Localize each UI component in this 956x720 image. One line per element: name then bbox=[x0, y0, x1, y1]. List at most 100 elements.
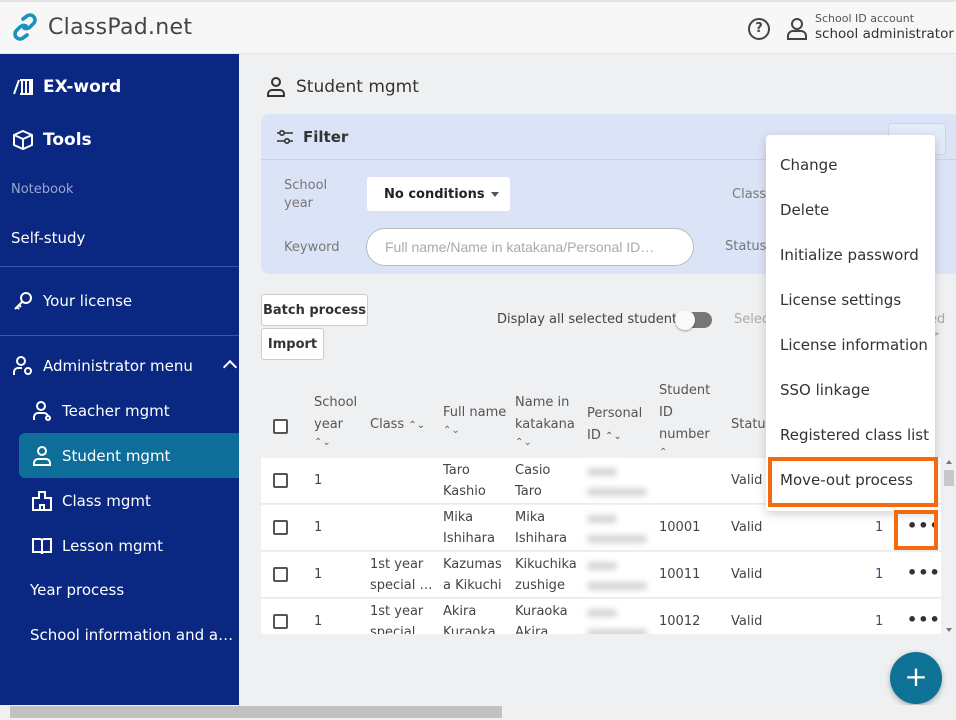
scrollbar-thumb[interactable] bbox=[944, 470, 954, 486]
row-actions-button[interactable]: ••• bbox=[907, 518, 941, 534]
sidebar-item-label: Teacher mgmt bbox=[62, 402, 170, 420]
sidebar-item-class-mgmt[interactable]: Class mgmt bbox=[31, 490, 270, 512]
menu-item-change[interactable]: Change bbox=[766, 142, 935, 187]
menu-item-delete[interactable]: Delete bbox=[766, 187, 935, 232]
scrollbar-thumb[interactable] bbox=[10, 706, 502, 718]
table-row[interactable]: 1 1st year special … Kazumasa Kikuchi Ki… bbox=[261, 552, 941, 598]
scroll-up-icon[interactable] bbox=[946, 460, 952, 464]
menu-item-initialize-password[interactable]: Initialize password bbox=[766, 232, 935, 277]
row-checkbox[interactable] bbox=[273, 614, 288, 629]
account-name: school administrator bbox=[815, 26, 954, 42]
cell-school-year: 1 bbox=[314, 614, 323, 629]
sidebar-item-year-process[interactable]: Year process bbox=[30, 581, 269, 599]
sidebar-item-self-study[interactable]: Self-study bbox=[11, 229, 250, 247]
column-header-katakana[interactable]: Name in katakana ⌃⌄ bbox=[515, 392, 575, 450]
school-year-label: School year bbox=[284, 178, 328, 211]
menu-item-license-information[interactable]: License information bbox=[766, 322, 935, 367]
sidebar-item-school-information[interactable]: School information and a… bbox=[30, 626, 269, 644]
column-header-student-id[interactable]: Student ID number ⌃ bbox=[659, 380, 715, 460]
app: ClassPad.net ? School ID account school … bbox=[0, 0, 956, 720]
cell-full-name: Mika Ishihara bbox=[443, 510, 495, 546]
menu-item-sso-linkage[interactable]: SSO linkage bbox=[766, 367, 935, 412]
select-all-checkbox[interactable] bbox=[273, 419, 288, 434]
page-title-text: Student mgmt bbox=[296, 77, 419, 97]
table-row[interactable]: 1 Mika Ishihara Mika Ishihara 10001 Vali… bbox=[261, 505, 941, 551]
sidebar-item-administrator-menu[interactable]: Administrator menu bbox=[12, 355, 251, 377]
logo[interactable]: ClassPad.net bbox=[10, 12, 192, 42]
cell-class: 1st year special bbox=[370, 604, 424, 634]
school-year-select[interactable]: No conditions bbox=[367, 177, 510, 211]
sidebar-item-label: School information and a… bbox=[30, 626, 234, 644]
sidebar-item-lesson-mgmt[interactable]: Lesson mgmt bbox=[31, 535, 270, 557]
book-icon bbox=[32, 538, 52, 555]
display-all-selected-label: Display all selected students bbox=[497, 312, 684, 327]
menu-item-registered-class-list[interactable]: Registered class list bbox=[766, 412, 935, 457]
column-header-class[interactable]: Class ⌃⌄ bbox=[370, 414, 425, 437]
batch-process-button[interactable]: Batch process bbox=[261, 294, 368, 326]
sidebar-item-label: Student mgmt bbox=[62, 447, 171, 465]
sidebar-item-your-license[interactable]: Your license bbox=[12, 290, 251, 312]
sidebar-item-teacher-mgmt[interactable]: Teacher mgmt bbox=[31, 400, 270, 422]
account-info[interactable]: School ID account school administrator bbox=[815, 12, 954, 42]
user-icon bbox=[267, 77, 285, 97]
box-icon bbox=[13, 129, 33, 151]
cell-school-year: 1 bbox=[314, 473, 323, 488]
sort-icon: ⌃⌄ bbox=[314, 437, 331, 448]
app-name: ClassPad.net bbox=[48, 14, 193, 40]
column-label: Name in katakana bbox=[515, 395, 575, 432]
header: ClassPad.net ? School ID account school … bbox=[0, 0, 956, 54]
school-year-value: No conditions bbox=[384, 186, 485, 202]
scroll-down-icon[interactable] bbox=[946, 628, 952, 632]
display-all-selected-toggle[interactable] bbox=[675, 310, 712, 330]
sidebar-item-ex-word[interactable]: EX-word bbox=[12, 76, 251, 98]
account-icon[interactable] bbox=[786, 17, 808, 41]
sidebar-item-student-mgmt[interactable]: Student mgmt bbox=[31, 445, 270, 467]
keyword-input[interactable] bbox=[366, 228, 694, 266]
cell-count: 1 bbox=[875, 520, 884, 535]
class-icon bbox=[32, 491, 52, 511]
sort-icon: ⌃⌄ bbox=[605, 431, 622, 442]
chevron-up-icon[interactable] bbox=[222, 359, 238, 375]
cell-status: Valid bbox=[731, 614, 763, 629]
sidebar-item-notebook[interactable]: Notebook bbox=[11, 182, 250, 197]
add-student-button[interactable]: + bbox=[890, 652, 942, 704]
page-title: Student mgmt bbox=[265, 76, 419, 98]
row-checkbox[interactable] bbox=[273, 520, 288, 535]
row-actions-button[interactable]: ••• bbox=[907, 612, 941, 628]
toggle-knob bbox=[675, 310, 695, 330]
row-checkbox[interactable] bbox=[273, 473, 288, 488]
cell-student-id: 10001 bbox=[659, 520, 701, 535]
sidebar-item-tools[interactable]: Tools bbox=[12, 129, 251, 151]
column-header-school-year[interactable]: School year ⌃⌄ bbox=[314, 392, 364, 450]
cell-katakana: Kikuchikazushige bbox=[515, 557, 577, 593]
page-horizontal-scrollbar[interactable] bbox=[0, 705, 956, 720]
menu-item-move-out-process[interactable]: Move-out process bbox=[766, 457, 935, 502]
sidebar-item-label: Tools bbox=[43, 130, 92, 150]
cell-student-id: 10011 bbox=[659, 567, 701, 582]
cell-katakana: Casio Taro bbox=[515, 463, 551, 499]
menu-item-license-settings[interactable]: License settings bbox=[766, 277, 935, 322]
row-actions-button[interactable]: ••• bbox=[907, 565, 941, 581]
help-icon[interactable]: ? bbox=[748, 18, 770, 40]
cell-personal-id-blurred bbox=[587, 556, 657, 594]
sidebar-item-label: Class mgmt bbox=[62, 492, 151, 510]
cell-school-year: 1 bbox=[314, 520, 323, 535]
sliders-icon bbox=[277, 129, 293, 144]
sidebar-item-label: Self-study bbox=[11, 229, 86, 247]
class-label: Class bbox=[732, 187, 767, 202]
cell-student-id: 10012 bbox=[659, 614, 701, 629]
cell-count: 1 bbox=[875, 567, 884, 582]
column-header-personal-id[interactable]: Personal ID ⌃⌄ bbox=[587, 403, 647, 448]
import-button[interactable]: Import bbox=[261, 328, 324, 360]
chain-link-icon bbox=[13, 13, 37, 41]
sidebar-divider bbox=[0, 335, 239, 336]
sidebar-item-label: Notebook bbox=[11, 182, 74, 197]
table-row[interactable]: 1 1st year special Akira Kuraoka Kuraoka… bbox=[261, 599, 941, 634]
cell-class: 1st year special … bbox=[370, 557, 433, 593]
caret-down-icon bbox=[490, 191, 499, 197]
row-checkbox[interactable] bbox=[273, 567, 288, 582]
table-vertical-scrollbar[interactable] bbox=[942, 458, 956, 634]
filter-title: Filter bbox=[303, 127, 349, 146]
column-header-full-name[interactable]: Full name ⌃⌄ bbox=[443, 402, 507, 438]
cell-full-name: Akira Kuraoka bbox=[443, 604, 496, 634]
